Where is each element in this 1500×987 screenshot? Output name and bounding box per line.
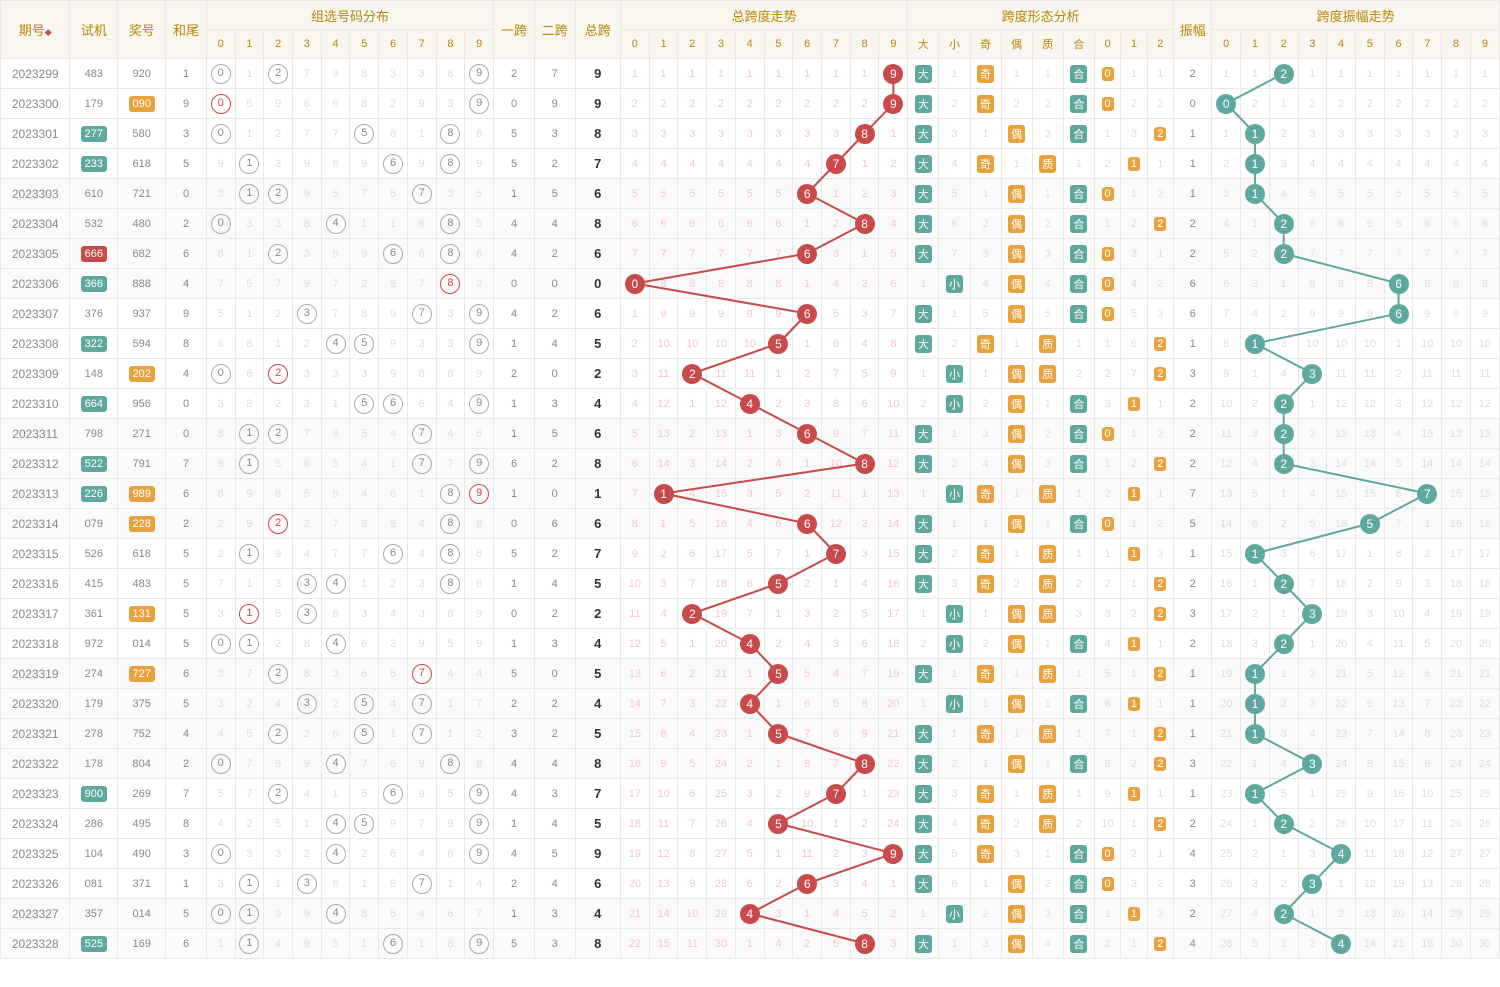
table-row: 2023311798271081279547461565132131369711…	[1, 419, 1500, 449]
table-row: 2023312522791781565417796286143142411081…	[1, 449, 1500, 479]
col-amp: 振幅	[1174, 1, 1212, 59]
table-row: 2023299483920101279833892791111111119大1奇…	[1, 59, 1500, 89]
table-row: 2023300179090905966829390992222222229大2奇…	[1, 89, 1500, 119]
table-row: 2023302233618591398969895274444444712大4奇…	[1, 149, 1500, 179]
col-shape: 跨度形态分析	[908, 1, 1174, 30]
table-row: 2023313226989689859461891017141535211113…	[1, 479, 1500, 509]
col-span1: 一跨	[494, 1, 535, 59]
table-row: 20233063668884757972878200008888814261小4…	[1, 269, 1500, 299]
col-award: 奖号	[118, 1, 166, 59]
table-row: 2023321278752445226517123251584231576921…	[1, 719, 1500, 749]
col-trend: 总跨度走势	[621, 1, 908, 30]
table-header: 期号◆ 试机 奖号 和尾 组选号码分布 一跨 二跨 总跨 总跨度走势 跨度形态分…	[1, 1, 1500, 59]
table-row: 202331552661852194776488527926175717315大…	[1, 539, 1500, 569]
table-row: 2023318972014501284639591341251204243618…	[1, 629, 1500, 659]
col-span2: 二跨	[534, 1, 575, 59]
table-row: 2023323900269757241569594371710625329712…	[1, 779, 1500, 809]
table-row: 2023305666682681239966864267777776315大73…	[1, 239, 1500, 269]
table-row: 2023317361131531538343890221142197132517…	[1, 599, 1500, 629]
table-row: 2023325104490303324264694591912827511123…	[1, 839, 1500, 869]
table-row: 2023304532480203384116854486666661284大62…	[1, 209, 1500, 239]
table-row: 2023322178804207994769884481695242187822…	[1, 749, 1500, 779]
table-row: 2023316415483571334123861451037186521416…	[1, 569, 1500, 599]
table-row: 2023301277580301277581885383333333381大31…	[1, 119, 1500, 149]
table-row: 2023328525169611495161895382215113014258…	[1, 929, 1500, 959]
table-row: 2023324286495842514597991451811726451012…	[1, 809, 1500, 839]
col-amptrend: 跨度振幅走势	[1212, 1, 1500, 30]
table-row: 2023326081371131138187142462013928626341…	[1, 869, 1500, 899]
table-row: 2023319274727637283667445051362211554719…	[1, 659, 1500, 689]
col-tail: 和尾	[166, 1, 207, 59]
col-issue[interactable]: 期号◆	[1, 1, 70, 59]
lottery-trend-table: 期号◆ 试机 奖号 和尾 组选号码分布 一跨 二跨 总跨 总跨度走势 跨度形态分…	[0, 0, 1500, 959]
col-zuxuan: 组选号码分布	[206, 1, 493, 30]
table-row: 2023327357014501994864671342114102943145…	[1, 899, 1500, 929]
table-body: 2023299483920101279833892791111111119大1奇…	[1, 59, 1500, 959]
table-row: 2023320179375532432547172241473224165820…	[1, 689, 1500, 719]
table-row: 2023310664956038231566491344121124238610…	[1, 389, 1500, 419]
col-test: 试机	[70, 1, 118, 59]
table-row: 2023307376937951237897394261999996537大15…	[1, 299, 1500, 329]
table-row: 2023308322594868124593391452101010105164…	[1, 329, 1500, 359]
table-row: 2023309148202406233398892023112111112759…	[1, 359, 1500, 389]
col-spant: 总跨	[575, 1, 620, 59]
table-row: 2023303610721031295767351565555556123大51…	[1, 179, 1500, 209]
table-row: 2023314079228229227884880668151646612214…	[1, 509, 1500, 539]
